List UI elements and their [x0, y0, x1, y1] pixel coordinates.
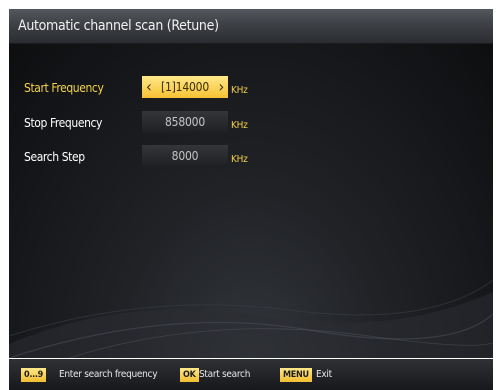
stop-frequency-row[interactable]: Stop Frequency 858000 KHz — [9, 110, 493, 136]
stop-frequency-unit: KHz — [231, 120, 248, 131]
chevron-right-icon[interactable]: › — [218, 76, 224, 98]
menu-hint-text: Exit — [316, 369, 332, 380]
search-step-field[interactable]: 8000 — [142, 145, 228, 167]
start-frequency-field[interactable]: ‹ [1]14000 › — [142, 76, 228, 98]
ok-key-badge: OK — [180, 368, 199, 382]
search-step-row[interactable]: Search Step 8000 KHz — [9, 144, 493, 170]
tv-menu-screen: Automatic channel scan (Retune) Start Fr… — [0, 0, 499, 390]
search-step-label: Search Step — [24, 150, 85, 164]
search-step-unit: KHz — [231, 154, 248, 165]
stop-frequency-field[interactable]: 858000 — [142, 111, 228, 133]
stop-frequency-value: 858000 — [164, 115, 205, 129]
start-frequency-value: [1]14000 — [160, 80, 210, 94]
digits-hint-text: Enter search frequency — [59, 369, 158, 380]
digits-key-badge: 0...9 — [21, 368, 46, 382]
search-step-value: 8000 — [171, 149, 199, 163]
stop-frequency-label: Stop Frequency — [24, 116, 103, 130]
start-frequency-label: Start Frequency — [24, 81, 104, 95]
menu-panel: Start Frequency ‹ [1]14000 › KHz Stop Fr… — [9, 44, 493, 358]
footer-hint-bar: 0...9 Enter search frequency OK Start se… — [9, 359, 493, 390]
ok-hint-text: Start search — [199, 369, 251, 380]
menu-key-badge: MENU — [280, 368, 312, 382]
chevron-left-icon[interactable]: ‹ — [146, 76, 152, 98]
start-frequency-row[interactable]: Start Frequency ‹ [1]14000 › KHz — [9, 75, 493, 101]
page-title: Automatic channel scan (Retune) — [18, 18, 219, 34]
title-bar: Automatic channel scan (Retune) — [9, 9, 493, 44]
start-frequency-unit: KHz — [231, 85, 248, 96]
